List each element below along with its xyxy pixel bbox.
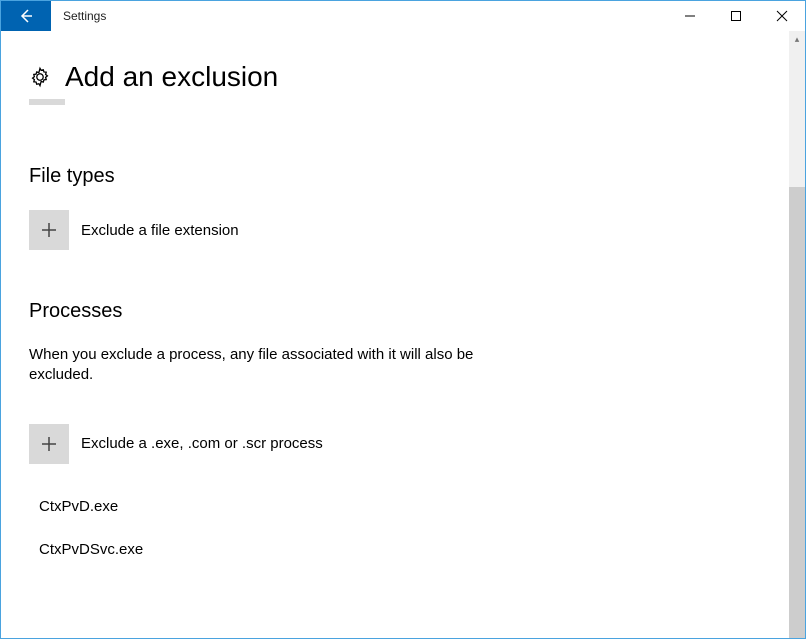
- scroll-track[interactable]: [789, 47, 805, 638]
- plus-icon: [40, 435, 58, 453]
- titlebar: Settings: [1, 1, 805, 31]
- close-button[interactable]: [759, 1, 805, 31]
- page-title: Add an exclusion: [65, 61, 278, 93]
- file-types-heading: File types: [29, 165, 789, 188]
- minimize-button[interactable]: [667, 1, 713, 31]
- process-list-item[interactable]: CtxPvD.exe: [29, 490, 789, 523]
- accent-bar: [29, 99, 65, 105]
- close-icon: [776, 10, 788, 22]
- back-arrow-icon: [17, 7, 35, 25]
- maximize-icon: [730, 10, 742, 22]
- add-process-label: Exclude a .exe, .com or .scr process: [81, 435, 323, 452]
- main-content: Add an exclusion File types Exclude a fi…: [1, 31, 789, 638]
- window-title: Settings: [51, 1, 106, 31]
- scroll-thumb[interactable]: [789, 47, 805, 187]
- add-file-type-label: Exclude a file extension: [81, 222, 239, 239]
- processes-description: When you exclude a process, any file ass…: [29, 345, 529, 386]
- add-file-type-button[interactable]: [29, 210, 69, 250]
- processes-heading: Processes: [29, 300, 789, 323]
- scroll-up-arrow-icon[interactable]: ▴: [789, 31, 805, 47]
- window-controls: [667, 1, 805, 31]
- add-process-button[interactable]: [29, 424, 69, 464]
- minimize-icon: [684, 10, 696, 22]
- process-list-item[interactable]: CtxPvDSvc.exe: [29, 533, 789, 566]
- add-file-type-row[interactable]: Exclude a file extension: [29, 210, 789, 250]
- vertical-scrollbar[interactable]: ▴: [789, 31, 805, 638]
- maximize-button[interactable]: [713, 1, 759, 31]
- back-button[interactable]: [1, 1, 51, 31]
- plus-icon: [40, 221, 58, 239]
- gear-icon: [29, 66, 51, 88]
- add-process-row[interactable]: Exclude a .exe, .com or .scr process: [29, 424, 789, 464]
